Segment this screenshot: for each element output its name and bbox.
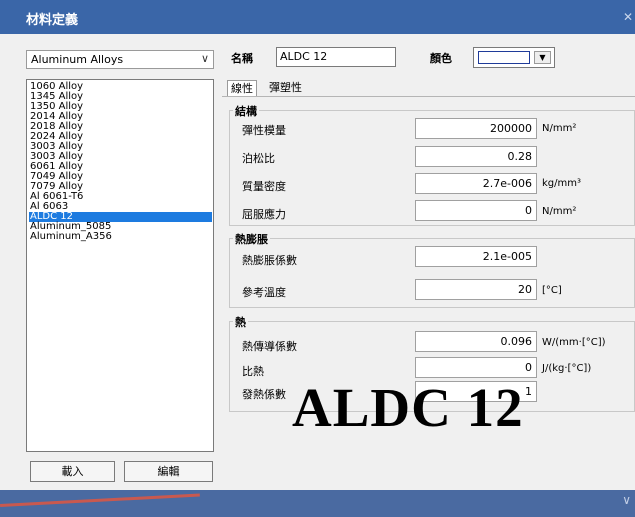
heat-label: 比熱	[242, 365, 264, 378]
chevron-down-icon: ∨	[200, 52, 209, 65]
unit-label: N/mm²	[542, 206, 577, 217]
chevron-down-icon[interactable]: ∨	[622, 493, 631, 507]
structure-label: 彈性模量	[242, 124, 286, 137]
thermal-conductivity-field[interactable]: 0.096	[415, 331, 537, 352]
title-bar: 材料定義 ✕	[0, 0, 635, 34]
structure-label: 屈服應力	[242, 208, 286, 221]
color-label: 顏色	[430, 52, 452, 65]
specific-heat-field[interactable]: 0	[415, 357, 537, 378]
heat-label: 發熱係數	[242, 388, 286, 401]
youngs-modulus-field[interactable]: 200000	[415, 118, 537, 139]
thermal-expansion-group-title: 熱膨脹	[233, 231, 270, 247]
color-picker[interactable]: ▼	[473, 47, 555, 68]
expansion-coefficient-field[interactable]: 2.1e-005	[415, 246, 537, 267]
heat-label: 熱傳導係數	[242, 340, 297, 353]
unit-label: N/mm²	[542, 123, 577, 134]
mass-density-field[interactable]: 2.7e-006	[415, 173, 537, 194]
material-list[interactable]: 1060 Alloy 1345 Alloy 1350 Alloy 2014 Al…	[26, 79, 214, 452]
color-swatch	[478, 51, 530, 64]
name-input[interactable]: ALDC 12	[276, 47, 396, 67]
footer-bar: ∨	[0, 490, 635, 517]
dropdown-arrow-icon[interactable]: ▼	[534, 51, 551, 64]
poisson-ratio-field[interactable]: 0.28	[415, 146, 537, 167]
name-label: 名稱	[231, 52, 253, 65]
overlay-caption: ALDC 12	[292, 377, 524, 438]
tab-divider	[222, 96, 635, 97]
reference-temperature-field[interactable]: 20	[415, 279, 537, 300]
thermal-label: 參考溫度	[242, 286, 286, 299]
structure-group-title: 結構	[233, 103, 259, 119]
unit-label: W/(mm·[°C])	[542, 337, 606, 348]
heat-group-title: 熱	[233, 314, 248, 330]
load-button[interactable]: 載入	[30, 461, 115, 482]
list-item[interactable]: Aluminum_A356	[29, 232, 212, 242]
structure-label: 泊松比	[242, 152, 275, 165]
structure-label: 質量密度	[242, 180, 286, 193]
yield-stress-field[interactable]: 0	[415, 200, 537, 221]
tab-linear[interactable]: 線性	[227, 80, 257, 97]
library-select-value: Aluminum Alloys	[31, 53, 124, 66]
close-icon[interactable]: ✕	[623, 10, 633, 24]
edit-button[interactable]: 編輯	[124, 461, 213, 482]
window-title: 材料定義	[26, 13, 79, 28]
unit-label: kg/mm³	[542, 178, 581, 189]
thermal-label: 熱膨脹係數	[242, 254, 297, 267]
library-select[interactable]: Aluminum Alloys ∨	[26, 50, 214, 69]
unit-label: J/(kg·[°C])	[542, 363, 592, 374]
unit-label: [°C]	[542, 285, 562, 296]
tab-elastoplastic[interactable]: 彈塑性	[266, 80, 305, 97]
